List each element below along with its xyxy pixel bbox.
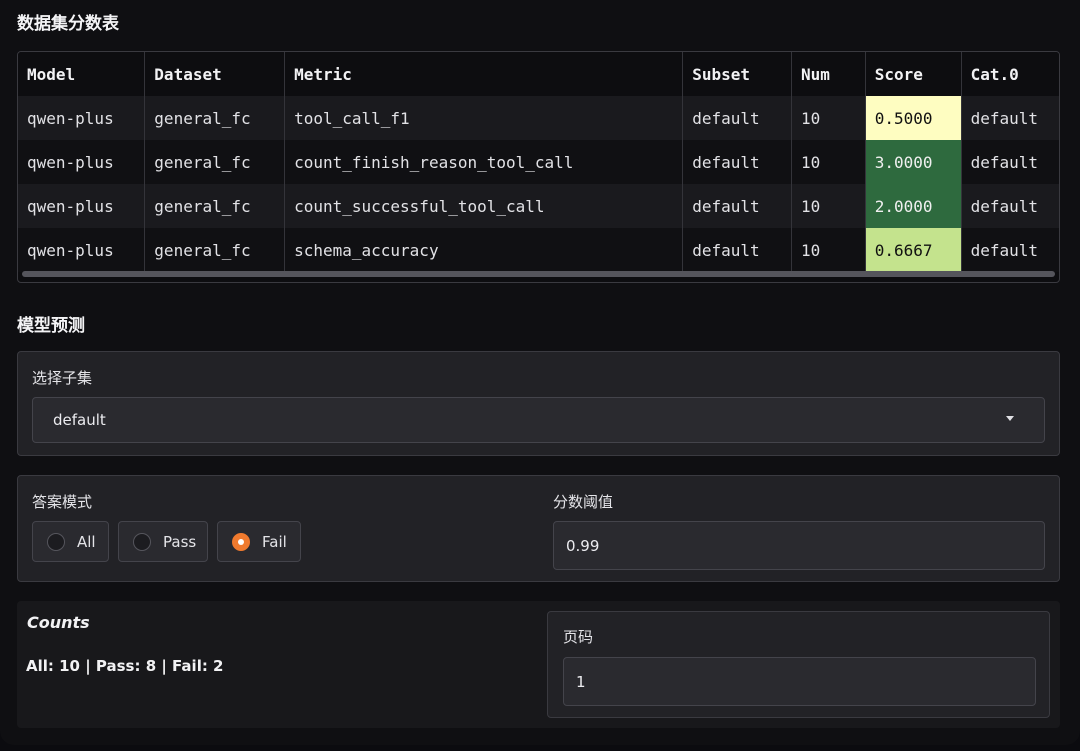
radio-fail[interactable]: Fail [217,521,301,562]
page-label: 页码 [563,628,594,646]
cell-score: 0.6667 [865,228,962,272]
cell-model: qwen-plus [18,228,146,272]
col-header-num[interactable]: Num [791,52,866,96]
subset-panel: 选择子集 default [17,351,1060,456]
cell-cat: default [961,228,1059,272]
threshold-value: 0.99 [566,536,600,555]
col-header-subset[interactable]: Subset [682,52,792,96]
radio-pass-indicator [133,532,151,551]
subset-dropdown[interactable]: default [32,397,1045,443]
col-header-cat[interactable]: Cat.0 [961,52,1059,96]
cell-subset: default [682,184,792,228]
cell-cat: default [961,184,1059,228]
radio-pass-label: Pass [163,532,197,551]
radio-fail-indicator [232,532,250,551]
scores-title: 数据集分数表 [17,14,119,34]
cell-dataset: general_fc [144,140,286,184]
threshold-input[interactable]: 0.99 [553,521,1045,570]
page-panel: 页码 1 [547,611,1050,718]
counts-title: Counts [27,613,90,632]
cell-subset: default [682,96,792,140]
counts-text: All: 10 | Pass: 8 | Fail: 2 [26,657,224,675]
radio-pass[interactable]: Pass [118,521,208,562]
col-header-score[interactable]: Score [865,52,962,96]
page-number-value: 1 [576,672,586,691]
table-row: qwen-plus general_fc count_successful_to… [18,184,1059,228]
table-horizontal-scrollbar[interactable] [22,271,1055,277]
radio-all-indicator [47,532,65,551]
prediction-title: 模型预测 [17,316,85,336]
cell-metric: schema_accuracy [284,228,684,272]
cell-num: 10 [791,228,866,272]
cell-score: 2.0000 [865,184,962,228]
cell-model: qwen-plus [18,184,146,228]
radio-all-label: All [77,532,96,551]
cell-subset: default [682,228,792,272]
cell-dataset: general_fc [144,184,286,228]
cell-cat: default [961,96,1059,140]
scores-table: Model Dataset Metric Subset Num Score Ca… [17,51,1060,283]
cell-score: 3.0000 [865,140,962,184]
page-number-input[interactable]: 1 [563,657,1036,706]
chevron-down-icon [1006,416,1014,421]
table-row: qwen-plus general_fc count_finish_reason… [18,140,1059,184]
table-row: qwen-plus general_fc schema_accuracy def… [18,228,1059,272]
threshold-label: 分数阈值 [553,493,614,511]
col-header-model[interactable]: Model [18,52,146,96]
subset-value: default [53,411,106,429]
table-header-row: Model Dataset Metric Subset Num Score Ca… [18,52,1059,96]
cell-model: qwen-plus [18,140,146,184]
cell-metric: count_finish_reason_tool_call [284,140,684,184]
cell-num: 10 [791,184,866,228]
app-page: 数据集分数表 Model Dataset Metric Subset Num S… [0,0,1080,745]
radio-fail-label: Fail [262,532,287,551]
subset-label: 选择子集 [32,369,93,387]
table-row: qwen-plus general_fc tool_call_f1 defaul… [18,96,1059,140]
radio-all[interactable]: All [32,521,109,562]
answer-mode-label: 答案模式 [32,493,93,511]
col-header-dataset[interactable]: Dataset [144,52,286,96]
cell-metric: tool_call_f1 [284,96,684,140]
cell-dataset: general_fc [144,96,286,140]
cell-dataset: general_fc [144,228,286,272]
col-header-metric[interactable]: Metric [284,52,684,96]
filter-panel: 答案模式 All Pass Fail 分数阈值 0.99 [17,475,1060,582]
cell-model: qwen-plus [18,96,146,140]
cell-num: 10 [791,140,866,184]
cell-score: 0.5000 [865,96,962,140]
cell-metric: count_successful_tool_call [284,184,684,228]
cell-subset: default [682,140,792,184]
cell-cat: default [961,140,1059,184]
cell-num: 10 [791,96,866,140]
